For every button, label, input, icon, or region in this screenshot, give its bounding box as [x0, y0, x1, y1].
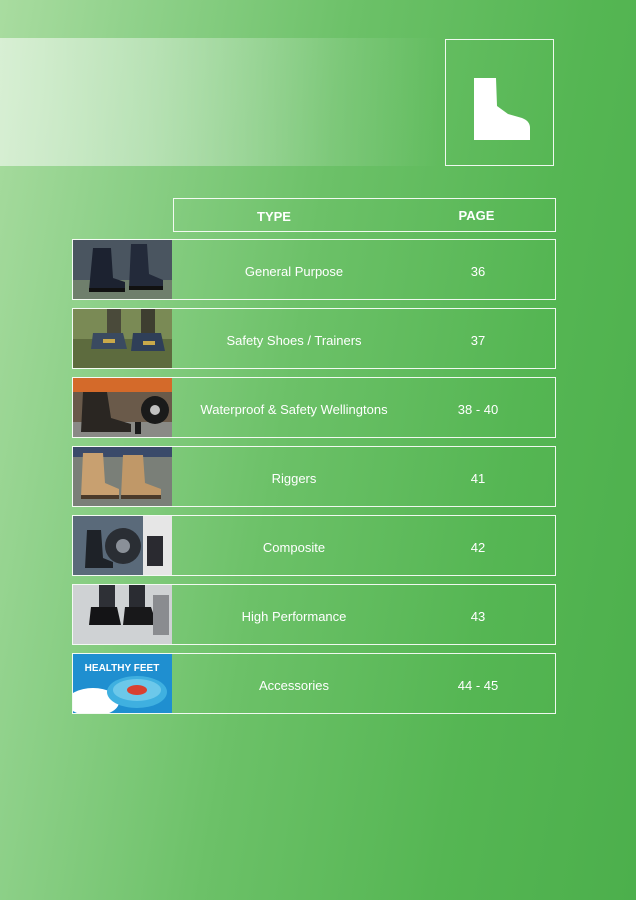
table-row[interactable]: Safety Shoes / Trainers 37	[72, 308, 556, 369]
row-page: 37	[470, 333, 486, 348]
table-row[interactable]: Composite 42	[72, 515, 556, 576]
table-row[interactable]: HEALTHY FEET Accessories 44 - 45	[72, 653, 556, 714]
row-type: Composite	[262, 540, 326, 555]
row-type: Safety Shoes / Trainers	[226, 333, 362, 348]
table-header: TYPE PAGE	[173, 198, 556, 232]
row-page: 44 - 45	[457, 678, 499, 693]
healthy-feet-label: HEALTHY FEET	[85, 663, 160, 674]
category-icon-box	[445, 39, 554, 166]
table-row[interactable]: Waterproof & Safety Wellingtons 38 - 40	[72, 377, 556, 438]
row-type: Riggers	[271, 471, 317, 486]
row-type: Waterproof & Safety Wellingtons	[200, 402, 388, 417]
header-page: PAGE	[458, 208, 495, 223]
table-row[interactable]: High Performance 43	[72, 584, 556, 645]
row-page: 41	[470, 471, 486, 486]
composite-boots-photo	[73, 516, 172, 575]
row-type: High Performance	[241, 609, 347, 624]
healthy-feet-tin-photo: HEALTHY FEET	[73, 654, 172, 713]
header-type: TYPE	[257, 209, 291, 224]
safety-trainers-photo	[73, 309, 172, 368]
high-performance-boots-photo	[73, 585, 172, 644]
tan-rigger-boots-photo	[73, 447, 172, 506]
wellington-boot-photo	[73, 378, 172, 437]
table-row[interactable]: General Purpose 36	[72, 239, 556, 300]
black-work-boots-photo	[73, 240, 172, 299]
header-banner	[0, 38, 440, 166]
table-row[interactable]: Riggers 41	[72, 446, 556, 507]
row-page: 43	[470, 609, 486, 624]
row-page: 42	[470, 540, 486, 555]
boot-icon	[474, 78, 530, 140]
row-type: Accessories	[258, 678, 330, 693]
row-page: 36	[470, 264, 486, 279]
row-type: General Purpose	[244, 264, 344, 279]
row-page: 38 - 40	[457, 402, 499, 417]
